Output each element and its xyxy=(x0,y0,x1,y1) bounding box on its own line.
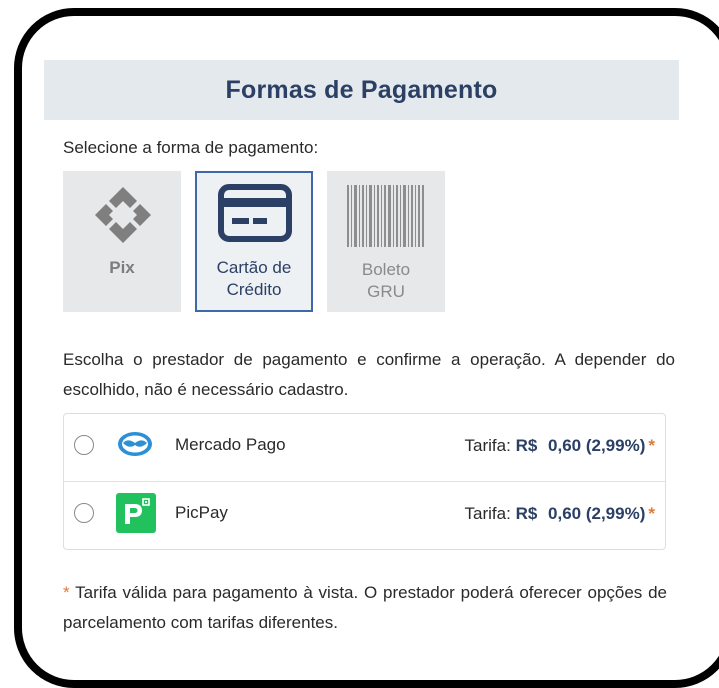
fee-label: Tarifa: xyxy=(464,436,511,455)
radio-button[interactable] xyxy=(74,435,94,455)
fee-currency: R$ xyxy=(515,436,538,455)
payment-method-pix[interactable]: Pix xyxy=(63,171,181,312)
fee-asterisk: * xyxy=(648,436,655,455)
fee-amount: 0,60 (2,99%) xyxy=(548,436,646,455)
fee-amount: 0,60 (2,99%) xyxy=(548,504,646,523)
provider-option-picpay[interactable]: PicPay Tarifa: R$ 0,60 (2,99%) * xyxy=(64,481,665,549)
provider-list: Mercado Pago Tarifa: R$ 0,60 (2,99%) * Pi… xyxy=(63,413,666,550)
pix-icon xyxy=(95,187,151,243)
payment-method-selector: Pix Cartão de Crédito Boleto GRU xyxy=(63,171,445,312)
payment-method-boleto[interactable]: Boleto GRU xyxy=(327,171,445,312)
boleto-label-line1: Boleto xyxy=(361,260,411,279)
credit-card-label: Cartão de Crédito xyxy=(197,257,311,301)
fee-footnote: * Tarifa válida para pagamento à vista. … xyxy=(63,578,667,638)
section-header: Formas de Pagamento xyxy=(44,60,679,120)
footnote-text: Tarifa válida para pagamento à vista. O … xyxy=(63,583,668,632)
pix-label: Pix xyxy=(109,258,135,277)
fee-label: Tarifa: xyxy=(464,504,511,523)
payment-method-instruction: Selecione a forma de pagamento: xyxy=(63,138,319,157)
barcode-icon xyxy=(347,185,424,247)
provider-name: Mercado Pago xyxy=(175,435,286,454)
provider-fee: Tarifa: R$ 0,60 (2,99%) * xyxy=(465,436,655,456)
mercado-pago-logo-icon xyxy=(118,432,152,456)
credit-card-label-line1: Cartão de xyxy=(216,258,292,277)
boleto-label-line2: GRU xyxy=(367,282,405,301)
credit-card-label-line2: Crédito xyxy=(226,280,282,299)
provider-instruction: Escolha o prestador de pagamento e confi… xyxy=(63,350,675,399)
fee-currency: R$ xyxy=(515,504,538,523)
provider-option-mercado-pago[interactable]: Mercado Pago Tarifa: R$ 0,60 (2,99%) * xyxy=(64,414,665,481)
radio-button[interactable] xyxy=(74,503,94,523)
payment-method-credit-card[interactable]: Cartão de Crédito xyxy=(195,171,313,312)
provider-fee: Tarifa: R$ 0,60 (2,99%) * xyxy=(465,504,655,524)
provider-name: PicPay xyxy=(175,503,228,522)
boleto-label: Boleto GRU xyxy=(327,259,445,303)
credit-card-icon xyxy=(218,184,292,242)
picpay-logo-icon xyxy=(116,493,156,533)
fee-asterisk: * xyxy=(648,504,655,523)
footnote-asterisk: * xyxy=(63,583,70,602)
page-title: Formas de Pagamento xyxy=(225,75,498,104)
